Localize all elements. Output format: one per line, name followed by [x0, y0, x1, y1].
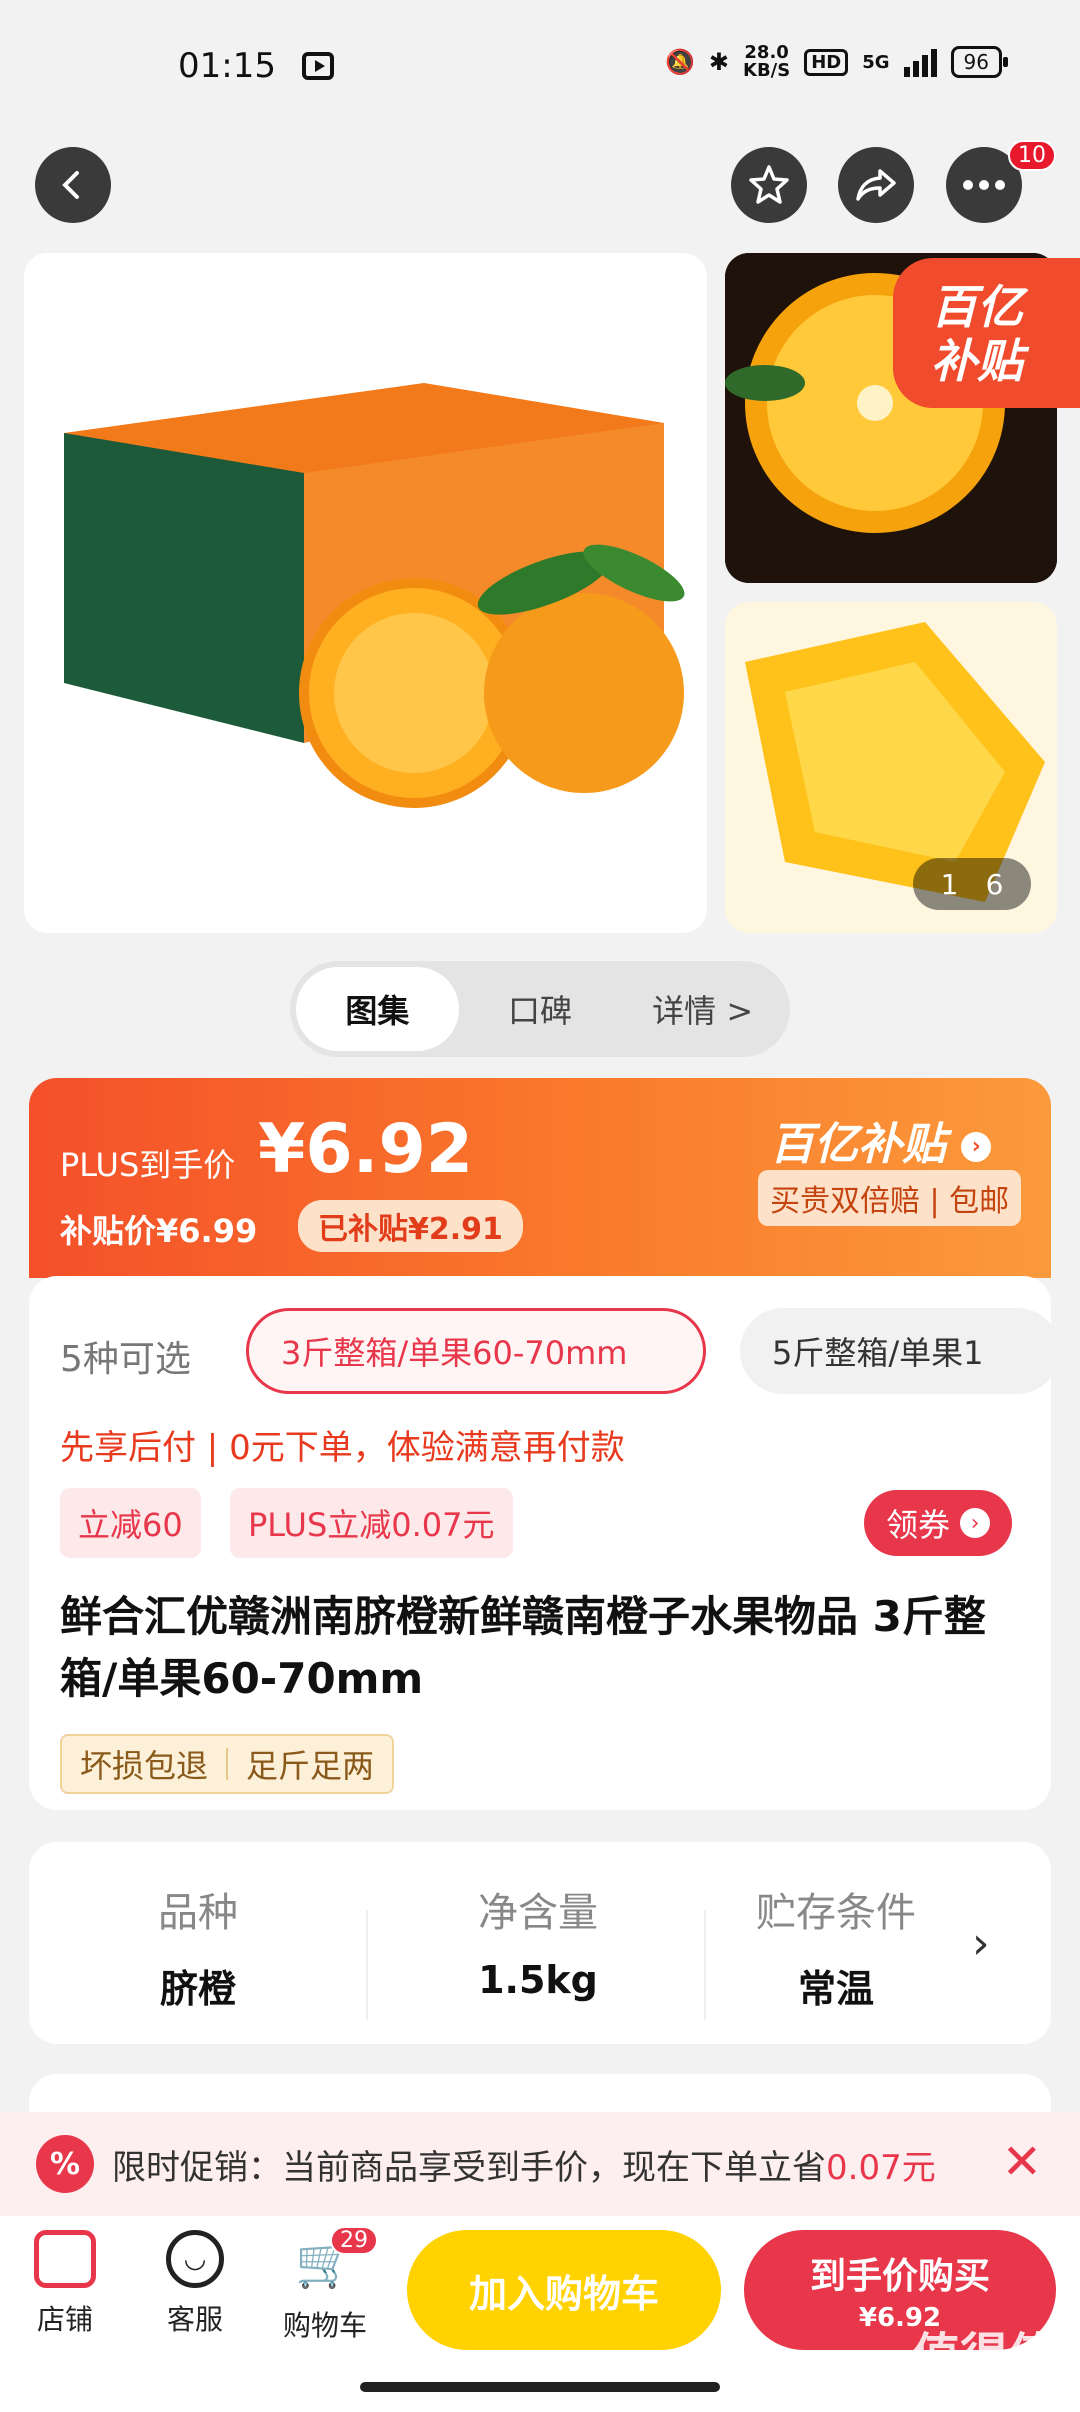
buy-now-label: 到手价购买 [809, 2256, 990, 2297]
hd-badge: HD [804, 48, 849, 76]
percent-icon: % [36, 2135, 94, 2193]
close-icon[interactable]: ✕ [1002, 2134, 1042, 2190]
guarantee-badge: 买贵双倍赔 | 包邮 [758, 1170, 1022, 1226]
home-indicator[interactable] [360, 2382, 720, 2392]
attribute-variety: 品种 脐橙 [48, 1880, 348, 2013]
variant-chip[interactable]: 5斤整箱/单果1 [740, 1308, 1060, 1394]
plus-price: ¥6.92 [258, 1110, 474, 1189]
pay-later-text: 先享后付 | 0元下单，体验满意再付款 [60, 1428, 625, 1468]
subsidy-tag-line2: 补贴 [931, 334, 1023, 388]
cart-label: 购物车 [282, 2309, 367, 2342]
watermark-main: 值得值 [911, 2328, 1056, 2384]
coupon-badge: 立减60 [60, 1488, 201, 1558]
status-bar: 01:15 🔕 ✱ 28.0 KB/S HD 5G 96 [0, 0, 1080, 140]
chevron-right-icon: › [961, 1132, 992, 1162]
get-coupon-button[interactable]: 领券 › [864, 1490, 1013, 1556]
network-type: 5G [862, 51, 890, 73]
store-icon [34, 2230, 96, 2288]
tv-icon [302, 52, 334, 80]
tab-details[interactable]: 详情 > [621, 967, 784, 1051]
subsidy-tag-line1: 百亿 [931, 280, 1023, 334]
orange-box-illustration [24, 253, 707, 933]
media-tabs: 图集 口碑 详情 > [290, 961, 790, 1057]
plus-coupon-badge: PLUS立减0.07元 [230, 1488, 513, 1558]
tab-reviews[interactable]: 口碑 [459, 967, 622, 1051]
chevron-left-icon [62, 171, 79, 199]
divider [704, 1910, 706, 2020]
watermark: 值得值 zhizhizhi.com [912, 2330, 1056, 2406]
product-title: 鲜合汇优赣洲南脐橙新鲜赣南橙子水果物品 3斤整箱/单果60-70mm [60, 1592, 986, 1703]
get-coupon-label: 领券 [886, 1506, 951, 1544]
share-button[interactable] [838, 147, 914, 223]
bluetooth-icon: ✱ [708, 48, 729, 76]
watermark-sub: zhizhizhi.com [920, 2382, 1056, 2406]
attribute-storage: 贮存条件 常温 [726, 1880, 946, 2013]
subsidy-brand-link[interactable]: 百亿补贴 › [770, 1108, 992, 1172]
promo-message: 限时促销：当前商品享受到手价，现在下单立省 [112, 2147, 826, 2188]
customer-service-label: 客服 [166, 2303, 223, 2336]
customer-service-button[interactable]: ◡ 客服 [140, 2230, 250, 2338]
cart-badge: 29 [330, 2226, 378, 2255]
chevron-right-icon: › [960, 1508, 991, 1538]
promo-text: 限时促销：当前商品享受到手价，现在下单立省0.07元 [112, 2140, 936, 2189]
subsidy-brand-label: 百亿补贴 [770, 1119, 946, 1170]
variant-chip-selected[interactable]: 3斤整箱/单果60-70mm [246, 1308, 706, 1394]
add-to-cart-button[interactable]: 加入购物车 [407, 2230, 721, 2350]
counter-total: 6 [985, 867, 1004, 901]
tab-gallery[interactable]: 图集 [296, 967, 459, 1051]
chevron-right-icon[interactable]: › [972, 1918, 990, 1969]
back-button[interactable] [35, 147, 111, 223]
favorite-button[interactable] [731, 147, 807, 223]
attribute-value: 1.5kg [478, 1958, 598, 2002]
attribute-net-weight: 净含量 1.5kg [388, 1880, 688, 2002]
promo-banner: % 限时促销：当前商品享受到手价，现在下单立省0.07元 ✕ [0, 2112, 1080, 2216]
store-label: 店铺 [36, 2303, 93, 2336]
main-product-image[interactable] [24, 253, 707, 933]
status-icons: 🔕 ✱ 28.0 KB/S HD 5G 96 [665, 44, 1009, 80]
service-tag: 足斤足两 [246, 1747, 375, 1785]
share-icon [856, 169, 896, 201]
signal-icon [903, 47, 937, 77]
service-tag: 坏损包退 [80, 1747, 209, 1785]
subsidy-price: 补贴价¥6.99 [60, 1212, 258, 1250]
attribute-key: 品种 [158, 1890, 238, 1936]
network-speed: 28.0 KB/S [743, 44, 790, 80]
promo-amount: 0.07元 [826, 2147, 936, 2188]
counter-current: 1 [940, 867, 959, 901]
clock: 01:15 [178, 46, 276, 86]
image-counter: 1 6 [913, 858, 1031, 910]
chat-face-icon: ◡ [166, 2230, 224, 2288]
more-badge: 10 [1008, 140, 1056, 171]
attribute-key: 贮存条件 [756, 1890, 916, 1936]
mute-icon: 🔕 [665, 48, 695, 76]
speed-unit: KB/S [743, 60, 791, 81]
divider [366, 1910, 368, 2020]
subsidy-amount-badge: 已补贴¥2.91 [298, 1200, 523, 1252]
store-button[interactable]: 店铺 [10, 2230, 120, 2338]
service-tags: 坏损包退 足斤足两 [60, 1734, 395, 1794]
plus-price-label: PLUS到手价 [60, 1146, 236, 1184]
attribute-key: 净含量 [478, 1890, 598, 1936]
star-icon [749, 165, 789, 204]
attribute-value: 常温 [797, 1967, 874, 2011]
more-icon [963, 180, 1005, 190]
attribute-value: 脐橙 [159, 1967, 236, 2011]
subsidy-tag: 百亿 补贴 [893, 258, 1080, 408]
battery-icon: 96 [950, 46, 1009, 78]
variant-count[interactable]: 5种可选 [60, 1330, 191, 1382]
